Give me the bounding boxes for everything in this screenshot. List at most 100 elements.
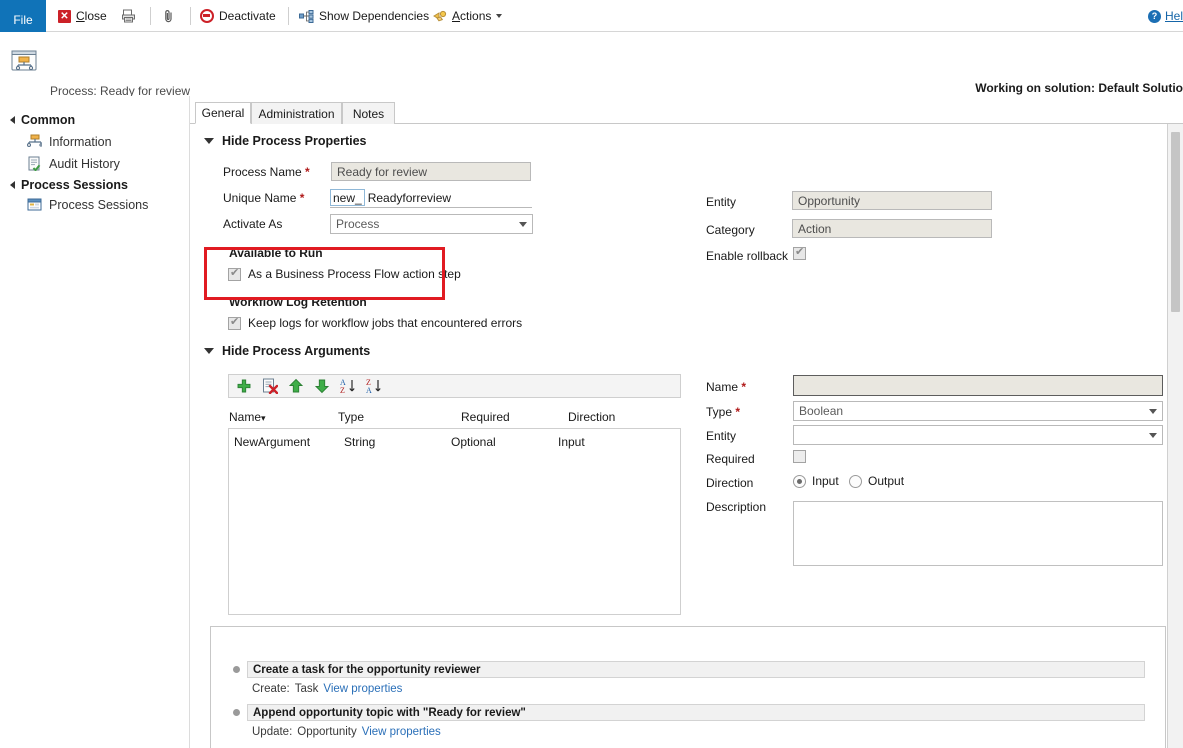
argument-name-input[interactable] [793, 375, 1163, 396]
help-label: Hel [1165, 9, 1183, 23]
enable-rollback-label: Enable rollback [706, 249, 788, 263]
direction-input-radio[interactable] [793, 475, 806, 488]
direction-output-radio-row[interactable]: Output [849, 474, 904, 488]
tab-strip: General Administration Notes [190, 102, 1183, 124]
direction-output-radio[interactable] [849, 475, 862, 488]
keep-logs-checkbox[interactable] [228, 317, 241, 330]
step-view-properties-link-2[interactable]: View properties [362, 726, 441, 738]
scrollbar-thumb[interactable] [1171, 132, 1180, 312]
direction-input-radio-row[interactable]: Input [793, 474, 839, 488]
show-dependencies-button[interactable]: Show Dependencies [299, 0, 429, 32]
column-header-name[interactable]: Name▾ [229, 410, 266, 424]
expand-triangle-icon [10, 116, 15, 124]
entity-input[interactable]: Opportunity [792, 191, 992, 210]
unique-name-label: Unique Name * [223, 191, 304, 205]
sort-descending-button[interactable]: Z A [366, 378, 382, 394]
sort-ascending-button[interactable]: A Z [340, 378, 356, 394]
form-header: Process: Ready for review Information Wo… [0, 32, 1183, 96]
argument-description-textarea[interactable] [793, 501, 1163, 566]
category-value: Action [798, 222, 831, 236]
bpf-action-step-checkbox-row[interactable]: As a Business Process Flow action step [228, 267, 461, 281]
argument-name-label: Name * [706, 380, 746, 394]
tab-notes[interactable]: Notes [342, 102, 395, 124]
actions-icon [432, 9, 447, 23]
attachment-button[interactable] [163, 0, 175, 32]
vertical-scrollbar[interactable] [1168, 124, 1183, 748]
deactivate-button[interactable]: Deactivate [200, 0, 276, 32]
argument-required-checkbox[interactable] [793, 450, 806, 463]
argument-required-label: Required [706, 452, 755, 466]
column-header-direction[interactable]: Direction [568, 410, 615, 424]
chevron-down-icon [1149, 433, 1157, 438]
nav-group-common-label: Common [21, 113, 75, 127]
sidebar-item-audit-history-label: Audit History [49, 157, 120, 171]
cell-direction: Input [558, 435, 585, 449]
argument-type-value: Boolean [799, 404, 843, 418]
expand-triangle-icon [10, 181, 15, 189]
help-link[interactable]: ? Hel [1148, 0, 1183, 32]
argument-direction-label: Direction [706, 476, 753, 490]
column-header-required[interactable]: Required [461, 410, 510, 424]
unique-name-prefix: new_ [330, 189, 365, 206]
keep-logs-checkbox-row[interactable]: Keep logs for workflow jobs that encount… [228, 316, 522, 330]
enable-rollback-checkbox[interactable] [793, 247, 806, 260]
tab-administration[interactable]: Administration [251, 102, 342, 124]
file-menu-tab[interactable]: File [0, 0, 46, 32]
add-argument-button[interactable] [236, 378, 252, 394]
delete-argument-button[interactable] [262, 378, 278, 394]
entity-label: Entity [706, 195, 736, 209]
deactivate-icon [200, 9, 214, 23]
column-header-type[interactable]: Type [338, 410, 364, 424]
step-action-2: Update: [252, 726, 292, 738]
available-to-run-heading: Available to Run [229, 246, 323, 260]
unique-name-input[interactable]: new_ Readyforreview [330, 188, 532, 208]
close-button-label: Close [76, 9, 107, 23]
ribbon-separator-2 [190, 7, 191, 25]
print-report-button[interactable] [122, 0, 136, 32]
activate-as-label: Activate As [223, 217, 282, 231]
sidebar-item-information[interactable]: Information [0, 134, 112, 149]
sidebar-item-audit-history[interactable]: Audit History [0, 156, 120, 171]
process-name-value: Ready for review [337, 165, 427, 179]
actions-button-label: Actions [452, 9, 491, 23]
deactivate-button-label: Deactivate [219, 9, 276, 23]
cell-required: Optional [451, 435, 496, 449]
step-action-1: Create: [252, 683, 290, 695]
svg-text:A: A [366, 386, 372, 394]
category-input[interactable]: Action [792, 219, 992, 238]
argument-entity-dropdown[interactable] [793, 425, 1163, 445]
nav-group-process-sessions[interactable]: Process Sessions [0, 178, 128, 192]
table-row[interactable]: NewArgument String Optional Input [229, 429, 680, 451]
show-dependencies-label: Show Dependencies [319, 9, 429, 23]
bpf-action-step-label: As a Business Process Flow action step [248, 267, 461, 281]
actions-button[interactable]: Actions [432, 0, 502, 32]
activate-as-dropdown[interactable]: Process [330, 214, 533, 234]
solution-context-label: Working on solution: Default Solutio [975, 81, 1183, 95]
ribbon-separator-3 [288, 7, 289, 25]
attachment-clip-icon [163, 9, 175, 23]
entity-value: Opportunity [798, 194, 860, 208]
cell-name: NewArgument [234, 435, 310, 449]
step-view-properties-link-1[interactable]: View properties [323, 683, 402, 695]
show-dependencies-icon [299, 10, 314, 23]
step-title-1[interactable]: Create a task for the opportunity review… [247, 661, 1145, 678]
sidebar-item-process-sessions[interactable]: Process Sessions [0, 197, 148, 212]
move-down-button[interactable] [314, 378, 330, 394]
unique-name-value: Readyforreview [365, 191, 451, 205]
ribbon-toolbar: File ✕ Close Deactivate [0, 0, 1183, 32]
bpf-action-step-checkbox[interactable] [228, 268, 241, 281]
argument-type-dropdown[interactable]: Boolean [793, 401, 1163, 421]
process-arguments-grid[interactable]: NewArgument String Optional Input [228, 428, 681, 615]
move-up-button[interactable] [288, 378, 304, 394]
step-bullet-icon [233, 666, 240, 673]
hide-process-properties-toggle[interactable]: Hide Process Properties [204, 134, 367, 148]
process-name-input[interactable]: Ready for review [331, 162, 531, 181]
nav-group-process-sessions-label: Process Sessions [21, 178, 128, 192]
tab-general[interactable]: General [195, 102, 251, 124]
hide-process-arguments-toggle[interactable]: Hide Process Arguments [204, 344, 370, 358]
print-report-icon [122, 9, 136, 23]
chevron-down-icon [204, 138, 214, 144]
step-title-2[interactable]: Append opportunity topic with "Ready for… [247, 704, 1145, 721]
nav-group-common[interactable]: Common [0, 113, 75, 127]
close-button[interactable]: ✕ Close [58, 0, 107, 32]
